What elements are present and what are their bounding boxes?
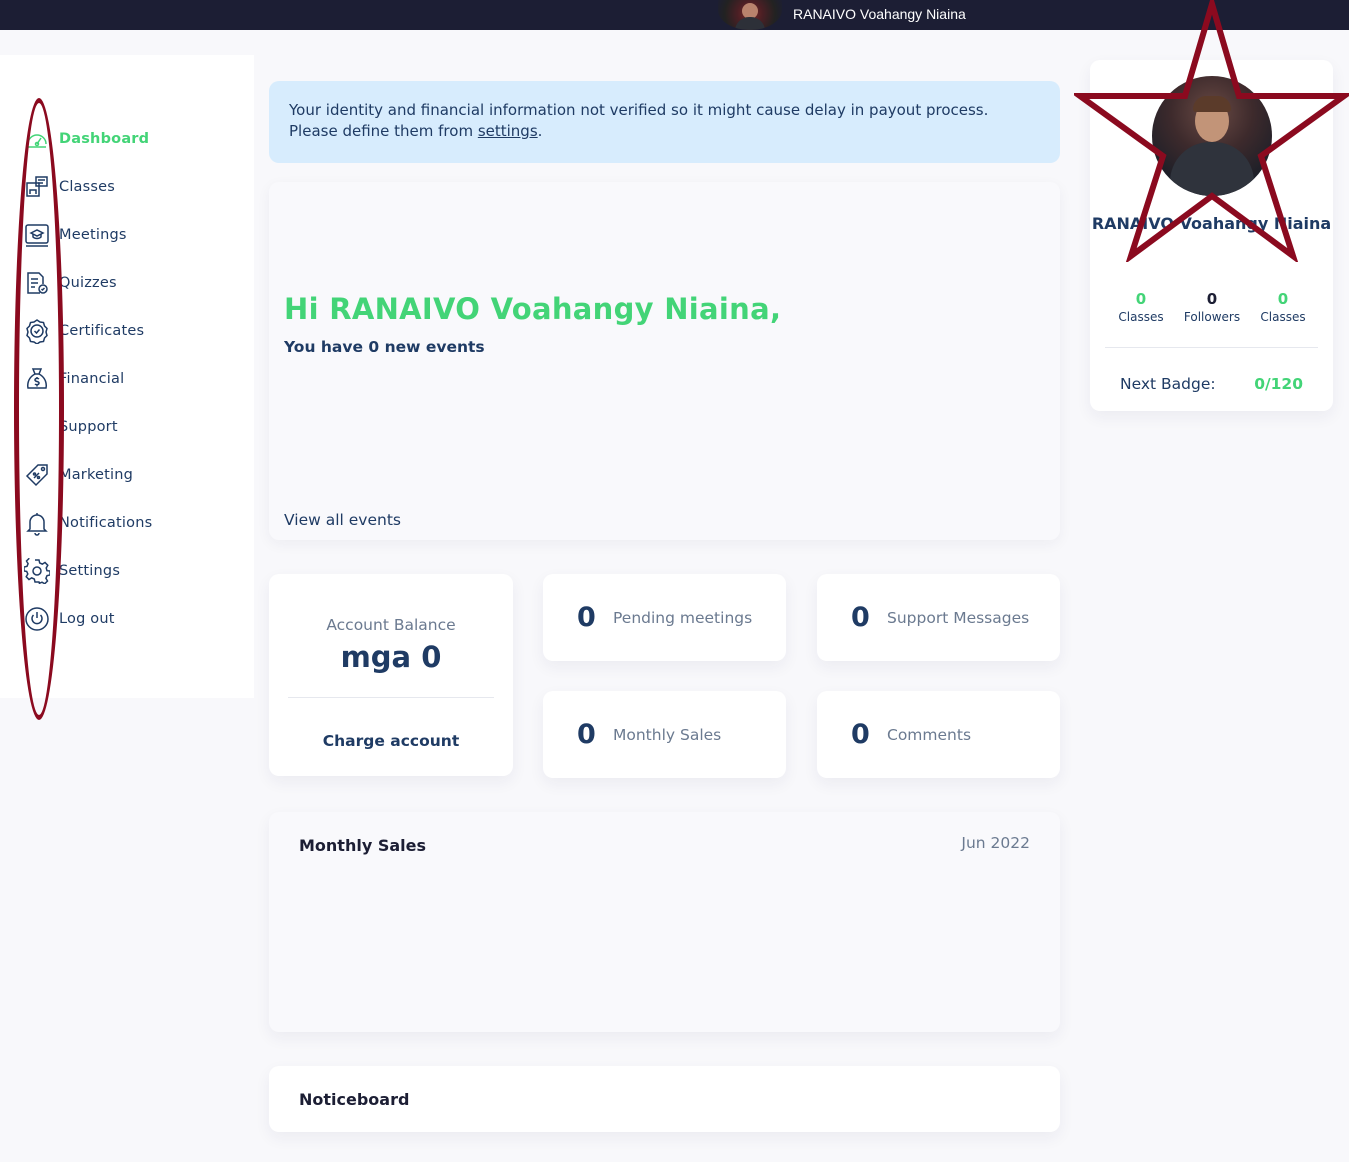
profile-name: RANAIVO Voahangy Niaina [1091, 214, 1332, 233]
account-balance-card: Account Balance mga 0 Charge account [269, 574, 513, 776]
greeting-title: Hi RANAIVO Voahangy Niaina, [284, 292, 782, 326]
sidebar-item-label: Certificates [59, 323, 145, 339]
sidebar-item-label: Notifications [59, 515, 153, 531]
events-count: You have 0 new events [284, 338, 485, 356]
welcome-panel: Hi RANAIVO Voahangy Niaina, You have 0 n… [269, 182, 1060, 540]
support-icon [22, 412, 52, 442]
sidebar-item-notifications[interactable]: Notifications [22, 508, 152, 538]
divider [1105, 347, 1318, 348]
sidebar-item-label: Dashboard [59, 131, 150, 147]
sidebar-item-marketing[interactable]: Marketing [22, 460, 133, 490]
sidebar: Dashboard Classes Meetings Quizzes Certi… [0, 55, 254, 698]
account-balance-label: Account Balance [326, 616, 456, 634]
monthly-sales-date: Jun 2022 [961, 834, 1030, 852]
noticeboard-title: Noticeboard [299, 1090, 410, 1109]
next-badge-label: Next Badge: [1120, 375, 1216, 393]
next-badge-value: 0/120 [1254, 375, 1303, 393]
stat-label: Monthly Sales [613, 725, 722, 744]
sidebar-item-financial[interactable]: Financial [22, 364, 124, 394]
sidebar-item-meetings[interactable]: Meetings [22, 220, 127, 250]
top-bar: RANAIVO Voahangy Niaina [0, 0, 1349, 30]
profile-stat-followers: 0 Followers [1172, 290, 1252, 324]
sidebar-item-certificates[interactable]: Certificates [22, 316, 144, 346]
sidebar-item-dashboard[interactable]: Dashboard [22, 124, 149, 154]
comments-card[interactable]: 0 Comments [817, 691, 1060, 778]
charge-account-button[interactable]: Charge account [269, 732, 513, 750]
account-balance-value: mga 0 [340, 640, 442, 674]
sidebar-item-settings[interactable]: Settings [22, 556, 120, 586]
verification-alert: Your identity and financial information … [269, 81, 1060, 163]
monthly-sales-panel: Monthly Sales Jun 2022 [269, 812, 1060, 1032]
stat-value: 0 [1135, 290, 1147, 308]
profile-card: RANAIVO Voahangy Niaina 0 Classes 0 Foll… [1090, 60, 1333, 411]
sidebar-item-quizzes[interactable]: Quizzes [22, 268, 117, 298]
stat-label: Followers [1183, 310, 1241, 324]
sidebar-item-support[interactable]: Support [22, 412, 118, 442]
alert-text: Your identity and financial information … [289, 101, 989, 140]
pending-meetings-card[interactable]: 0 Pending meetings [543, 574, 786, 661]
profile-stat-classes-2: 0 Classes [1243, 290, 1323, 324]
sidebar-item-label: Meetings [59, 227, 127, 243]
stat-value: 0 [1277, 290, 1289, 308]
noticeboard-panel: Noticeboard [269, 1066, 1060, 1132]
stat-label: Pending meetings [613, 608, 753, 627]
alert-text-end: . [537, 122, 543, 140]
stat-value: 0 [577, 602, 596, 633]
gear-icon [22, 556, 52, 586]
sidebar-item-label: Classes [59, 179, 116, 195]
sidebar-item-label: Log out [59, 611, 115, 627]
sidebar-item-label: Quizzes [59, 275, 117, 291]
user-name[interactable]: RANAIVO Voahangy Niaina [793, 6, 966, 22]
stat-label: Classes [1118, 310, 1164, 324]
profile-stat-classes: 0 Classes [1101, 290, 1181, 324]
divider [288, 697, 494, 698]
settings-link[interactable]: settings [478, 122, 538, 140]
profile-avatar[interactable] [1152, 76, 1272, 196]
view-all-events-link[interactable]: View all events [284, 511, 401, 529]
sidebar-item-label: Financial [59, 371, 125, 387]
money-bag-icon [22, 364, 52, 394]
bell-icon [22, 508, 52, 538]
support-messages-card[interactable]: 0 Support Messages [817, 574, 1060, 661]
stat-value: 0 [851, 719, 870, 750]
sidebar-item-label: Support [59, 419, 118, 435]
stat-label: Support Messages [887, 608, 1030, 627]
user-avatar[interactable] [718, 0, 782, 30]
quizzes-icon [22, 268, 52, 298]
sidebar-item-classes[interactable]: Classes [22, 172, 115, 202]
stat-value: 0 [851, 602, 870, 633]
sidebar-item-label: Marketing [59, 467, 134, 483]
meetings-icon [22, 220, 52, 250]
stat-value: 0 [577, 719, 596, 750]
price-tag-icon [22, 460, 52, 490]
stat-label: Classes [1260, 310, 1306, 324]
certificates-icon [22, 316, 52, 346]
monthly-sales-card[interactable]: 0 Monthly Sales [543, 691, 786, 778]
sidebar-item-label: Settings [59, 563, 121, 579]
sidebar-item-logout[interactable]: Log out [22, 604, 115, 634]
power-icon [22, 604, 52, 634]
monthly-sales-title: Monthly Sales [299, 836, 427, 855]
stat-value: 0 [1206, 290, 1218, 308]
classes-icon [22, 172, 52, 202]
dashboard-icon [22, 124, 52, 154]
stat-label: Comments [887, 725, 972, 744]
